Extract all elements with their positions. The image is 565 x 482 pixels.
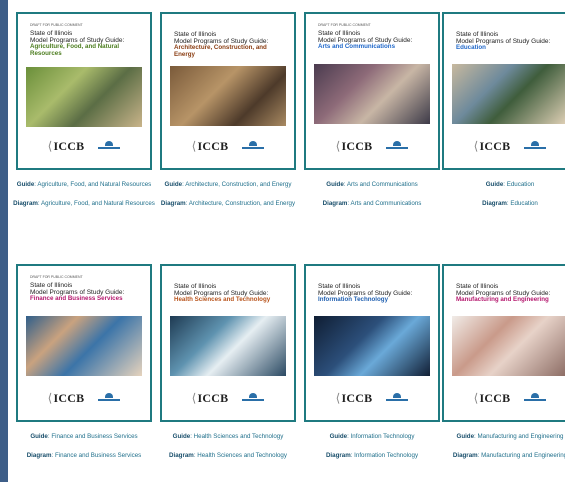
diagram-link[interactable]: Diagram: Arts and Communications bbox=[298, 199, 446, 209]
guide-link[interactable]: Guide: Agriculture, Food, and Natural Re… bbox=[10, 180, 158, 190]
partner-logo-icon bbox=[242, 393, 265, 403]
cover-cluster-title: Education bbox=[456, 44, 486, 51]
guide-cover[interactable]: DRAFT FOR PUBLIC COMMENT State of Illino… bbox=[16, 264, 152, 422]
draft-label: DRAFT FOR PUBLIC COMMENT bbox=[30, 275, 83, 279]
diagram-link[interactable]: Diagram: Health Sciences and Technology bbox=[154, 451, 302, 461]
cover-cluster-title: Finance and Business Services bbox=[30, 295, 123, 302]
draft-label: DRAFT FOR PUBLIC COMMENT bbox=[30, 23, 83, 27]
partner-logo-icon bbox=[386, 141, 409, 151]
guide-card-health: State of Illinois Model Programs of Stud… bbox=[154, 264, 302, 461]
cover-photo bbox=[314, 64, 430, 124]
guide-link[interactable]: Guide: Architecture, Construction, and E… bbox=[154, 180, 302, 190]
guide-link[interactable]: Guide: Manufacturing and Engineering bbox=[436, 432, 565, 442]
guide-link[interactable]: Guide: Arts and Communications bbox=[298, 180, 446, 190]
iccb-logo-icon: ⟨ICCB bbox=[47, 138, 85, 153]
cover-cluster-title: Architecture, Construction, and Energy bbox=[174, 44, 267, 58]
guide-cover[interactable]: DRAFT FOR PUBLIC COMMENT State of Illino… bbox=[16, 12, 152, 170]
iccb-logo-icon: ⟨ICCB bbox=[47, 390, 85, 405]
cover-photo bbox=[26, 67, 142, 127]
guide-cover[interactable]: State of Illinois Model Programs of Stud… bbox=[304, 264, 440, 422]
draft-label: DRAFT FOR PUBLIC COMMENT bbox=[318, 23, 371, 27]
guide-card-education: State of Illinois Model Programs of Stud… bbox=[436, 12, 565, 209]
diagram-link[interactable]: Diagram: Education bbox=[436, 199, 565, 209]
guides-page: DRAFT FOR PUBLIC COMMENT State of Illino… bbox=[8, 0, 565, 482]
guide-link[interactable]: Guide: Finance and Business Services bbox=[10, 432, 158, 442]
cover-photo bbox=[314, 316, 430, 376]
iccb-logo-icon: ⟨ICCB bbox=[191, 138, 229, 153]
partner-logo-icon bbox=[524, 141, 547, 151]
cover-logos: ⟨ICCB bbox=[444, 388, 565, 408]
cover-cluster-title: Arts and Communications bbox=[318, 43, 396, 50]
cover-cluster-title: Health Sciences and Technology bbox=[174, 296, 271, 303]
cover-photo bbox=[452, 316, 565, 376]
partner-logo-icon bbox=[386, 393, 409, 403]
partner-logo-icon bbox=[98, 141, 121, 151]
guide-cover[interactable]: DRAFT FOR PUBLIC COMMENT State of Illino… bbox=[304, 12, 440, 170]
partner-logo-icon bbox=[524, 393, 547, 403]
cover-state: State of Illinois bbox=[318, 30, 361, 37]
guide-cover[interactable]: State of Illinois Model Programs of Stud… bbox=[442, 12, 565, 170]
iccb-logo-icon: ⟨ICCB bbox=[335, 138, 373, 153]
cover-photo bbox=[452, 64, 565, 124]
cover-cluster-title: Agriculture, Food, and Natural Resources bbox=[30, 43, 120, 57]
cover-logos: ⟨ICCB bbox=[444, 136, 565, 156]
cover-logos: ⟨ICCB bbox=[162, 136, 294, 156]
iccb-logo-icon: ⟨ICCB bbox=[473, 138, 511, 153]
cover-logos: ⟨ICCB bbox=[162, 388, 294, 408]
guide-cover[interactable]: State of Illinois Model Programs of Stud… bbox=[160, 12, 296, 170]
cover-state: State of Illinois bbox=[30, 282, 73, 289]
partner-logo-icon bbox=[98, 393, 121, 403]
cover-logos: ⟨ICCB bbox=[306, 388, 438, 408]
guide-link[interactable]: Guide: Information Technology bbox=[298, 432, 446, 442]
cover-logos: ⟨ICCB bbox=[306, 136, 438, 156]
diagram-link[interactable]: Diagram: Finance and Business Services bbox=[10, 451, 158, 461]
diagram-link[interactable]: Diagram: Information Technology bbox=[298, 451, 446, 461]
diagram-link[interactable]: Diagram: Manufacturing and Engineering bbox=[436, 451, 565, 461]
guide-link[interactable]: Guide: Health Sciences and Technology bbox=[154, 432, 302, 442]
cover-photo bbox=[170, 66, 286, 126]
partner-logo-icon bbox=[242, 141, 265, 151]
cover-state: State of Illinois bbox=[30, 30, 73, 37]
guide-card-architecture: State of Illinois Model Programs of Stud… bbox=[154, 12, 302, 209]
iccb-logo-icon: ⟨ICCB bbox=[191, 390, 229, 405]
cover-state: State of Illinois bbox=[456, 283, 499, 290]
guide-card-finance: DRAFT FOR PUBLIC COMMENT State of Illino… bbox=[10, 264, 158, 461]
cover-photo bbox=[26, 316, 142, 376]
diagram-link[interactable]: Diagram: Agriculture, Food, and Natural … bbox=[10, 199, 158, 209]
cover-logos: ⟨ICCB bbox=[18, 136, 150, 156]
guide-cover[interactable]: State of Illinois Model Programs of Stud… bbox=[442, 264, 565, 422]
guide-card-manufacturing: State of Illinois Model Programs of Stud… bbox=[436, 264, 565, 461]
cover-state: State of Illinois bbox=[174, 31, 217, 38]
diagram-link[interactable]: Diagram: Architecture, Construction, and… bbox=[154, 199, 302, 209]
cover-logos: ⟨ICCB bbox=[18, 388, 150, 408]
guide-cover[interactable]: State of Illinois Model Programs of Stud… bbox=[160, 264, 296, 422]
guide-card-it: State of Illinois Model Programs of Stud… bbox=[298, 264, 446, 461]
cover-state: State of Illinois bbox=[174, 283, 217, 290]
cover-cluster-title: Manufacturing and Engineering bbox=[456, 296, 549, 303]
cover-cluster-title: Information Technology bbox=[318, 296, 389, 303]
guide-card-agriculture: DRAFT FOR PUBLIC COMMENT State of Illino… bbox=[10, 12, 158, 209]
cover-photo bbox=[170, 316, 286, 376]
iccb-logo-icon: ⟨ICCB bbox=[335, 390, 373, 405]
cover-state: State of Illinois bbox=[456, 31, 499, 38]
guide-card-arts: DRAFT FOR PUBLIC COMMENT State of Illino… bbox=[298, 12, 446, 209]
iccb-logo-icon: ⟨ICCB bbox=[473, 390, 511, 405]
cover-state: State of Illinois bbox=[318, 283, 361, 290]
guide-link[interactable]: Guide: Education bbox=[436, 180, 565, 190]
